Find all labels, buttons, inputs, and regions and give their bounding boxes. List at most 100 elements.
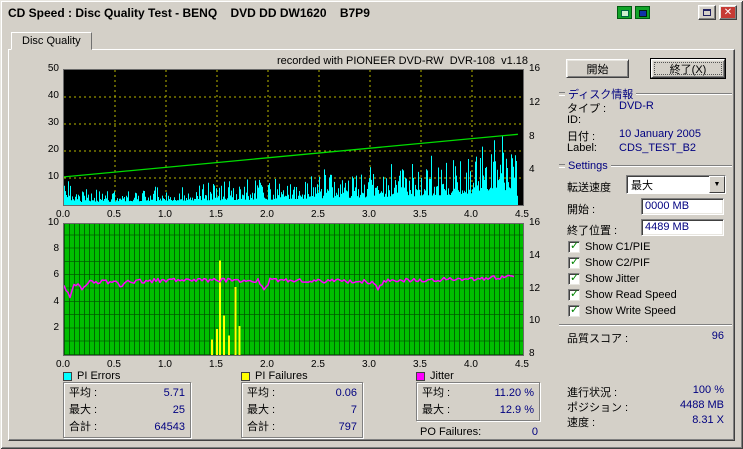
po-failures-value: 0: [531, 426, 538, 438]
tick-label: 2: [53, 321, 59, 333]
stat-label: 合計 :: [247, 421, 276, 433]
tick-label: 4: [53, 295, 59, 307]
checkbox-label: Show Jitter: [585, 273, 640, 285]
jitter-swatch: [416, 371, 425, 381]
pi-errors-swatch: [63, 371, 72, 381]
checkbox-label: Show C2/PIF: [585, 257, 650, 269]
tick-label: 2.5: [311, 359, 325, 370]
tick-label: 16: [529, 217, 541, 228]
tick-label: 40: [47, 90, 59, 101]
tick-label: 0.5: [107, 209, 121, 220]
transfer-speed-value: 最大: [631, 179, 653, 192]
tick-label: 4: [529, 164, 535, 176]
stat-value: 5.71: [163, 387, 185, 399]
stat-value: 797: [338, 421, 357, 433]
transfer-speed-select[interactable]: 最大 ▼: [626, 175, 726, 194]
pi-errors-y-axis-right: 16 12 8 4: [529, 63, 553, 206]
pi-failures-legend-label: PI Failures: [255, 370, 308, 382]
quality-score-value: 96: [711, 330, 724, 342]
checkbox-icon[interactable]: [568, 287, 580, 301]
stat-value: 11.20 %: [494, 387, 534, 399]
stat-value: 25: [172, 404, 185, 416]
checkbox-icon[interactable]: [568, 239, 580, 253]
app-window: CD Speed : Disc Quality Test - BENQ DVD …: [0, 0, 743, 449]
pi-errors-legend-label: PI Errors: [77, 370, 121, 382]
jitter-legend-label: Jitter: [430, 370, 454, 382]
stat-label: 平均 :: [69, 387, 98, 399]
checkbox-show-c1-pie[interactable]: Show C1/PIE: [568, 239, 650, 253]
tick-label: 10: [47, 171, 59, 182]
speed-label: 速度 :: [567, 417, 596, 429]
checkbox-label: Show Write Speed: [585, 305, 676, 317]
disc-icon[interactable]: [617, 6, 632, 19]
close-button[interactable]: ✕: [719, 5, 737, 20]
start-button[interactable]: 開始: [566, 59, 629, 78]
progress-label: 進行状況 :: [567, 387, 618, 399]
titlebar[interactable]: CD Speed : Disc Quality Test - BENQ DVD …: [3, 3, 740, 22]
stat-label: 合計 :: [69, 421, 98, 433]
tick-label: 14: [529, 249, 541, 261]
tab-disc-quality[interactable]: Disc Quality: [11, 32, 92, 50]
tick-label: 30: [47, 117, 59, 128]
end-position-label: 終了位置 :: [567, 225, 618, 237]
po-failures-row: PO Failures: 0: [420, 426, 538, 438]
checkbox-icon[interactable]: [568, 303, 580, 317]
pif-jitter-plot: [63, 223, 524, 356]
settings-header-rule: [610, 165, 732, 167]
tick-label: 2.0: [260, 359, 274, 370]
settings-header: Settings: [559, 160, 732, 172]
tick-label: 4.0: [464, 359, 478, 370]
tick-label: 1.0: [158, 209, 172, 220]
pi-failures-swatch: [241, 371, 250, 381]
pi-errors-plot: [63, 69, 524, 206]
po-failures-label: PO Failures:: [420, 426, 482, 438]
transfer-speed-label: 転送速度: [567, 182, 611, 194]
disc-label-value: CDS_TEST_B2: [619, 142, 697, 154]
tick-label: 3.0: [362, 209, 376, 220]
quality-score-label: 品質スコア :: [567, 333, 629, 345]
settings-header-label: Settings: [568, 160, 608, 172]
pif-y-axis-left: 10 8 6 4 2: [29, 217, 59, 356]
pi-errors-legend: PI Errors: [63, 370, 120, 382]
tick-label: 8: [529, 130, 535, 142]
window-title: CD Speed : Disc Quality Test - BENQ DVD …: [8, 5, 370, 20]
tick-label: 6: [53, 269, 59, 281]
tick-label: 2.0: [260, 209, 274, 220]
minimize-button[interactable]: [698, 5, 716, 20]
score-separator: [559, 324, 732, 326]
progress-value: 100 %: [692, 384, 724, 396]
tick-label: 1.0: [158, 359, 172, 370]
tick-label: 0.0: [56, 359, 70, 370]
tick-label: 12: [529, 96, 541, 108]
pi-errors-stats-box: 平均 : 5.71 最大 : 25 合計 : 64543: [63, 382, 191, 438]
tick-label: 8: [53, 243, 59, 255]
chevron-down-icon[interactable]: ▼: [709, 176, 725, 193]
jitter-y-axis-right: 16 14 12 10 8: [529, 217, 553, 359]
disc-id-label: ID:: [567, 114, 582, 126]
tick-label: 3.5: [413, 359, 427, 370]
start-position-label: 開始 :: [567, 204, 596, 216]
checkbox-icon[interactable]: [568, 271, 580, 285]
tick-label: 2.5: [311, 209, 325, 220]
disc-date-value: 10 January 2005: [619, 128, 701, 140]
disc-info-header-rule: [636, 93, 732, 95]
checkbox-show-c2-pif[interactable]: Show C2/PIF: [568, 255, 650, 269]
pi-errors-x-axis: 0.0 0.5 1.0 1.5 2.0 2.5 3.0 3.5 4.0 4.5: [56, 209, 529, 221]
checkbox-show-write-speed[interactable]: Show Write Speed: [568, 303, 676, 317]
tick-label: 20: [47, 144, 59, 155]
exit-button[interactable]: 終了(X): [650, 58, 726, 79]
end-position-field[interactable]: 4489 MB: [641, 219, 724, 236]
minimize-icon: [703, 9, 711, 16]
drive-icon[interactable]: [635, 6, 650, 19]
tick-label: 10: [47, 217, 59, 228]
checkbox-icon[interactable]: [568, 255, 580, 269]
tick-label: 0.5: [107, 359, 121, 370]
stat-value: 12.9 %: [499, 404, 534, 416]
tick-label: 4.5: [515, 209, 529, 220]
checkbox-show-jitter[interactable]: Show Jitter: [568, 271, 640, 285]
checkbox-show-read-speed[interactable]: Show Read Speed: [568, 287, 677, 301]
start-position-field[interactable]: 0000 MB: [641, 198, 724, 215]
stat-value: 64543: [154, 421, 185, 433]
position-label: ポジション :: [567, 402, 629, 414]
disc-type-value: DVD-R: [619, 100, 654, 112]
